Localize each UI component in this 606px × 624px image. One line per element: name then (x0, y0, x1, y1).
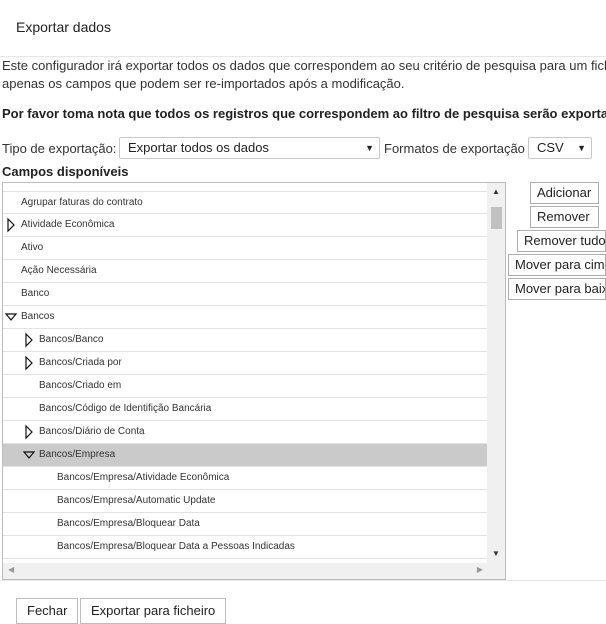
scroll-down-icon[interactable]: ▼ (492, 549, 500, 558)
export-type-value: Exportar todos os dados (128, 140, 269, 155)
field-row[interactable]: Bancos/Código de Identifição Bancária (3, 398, 487, 421)
field-row[interactable]: Bancos (3, 306, 487, 329)
field-row[interactable]: Bancos/Empresa/Automatic Update (3, 490, 487, 513)
field-row-label: Atividade Econômica (21, 219, 115, 230)
field-row-label: Agrupar faturas do contrato (21, 197, 143, 208)
field-row-label: Bancos/Criado em (39, 380, 122, 391)
remove-all-button[interactable]: Remover tudo (517, 230, 606, 252)
expand-right-icon[interactable] (23, 421, 35, 443)
expand-down-icon[interactable] (4, 306, 18, 328)
description-line-2: apenas os campos que podem ser re-import… (2, 76, 405, 91)
close-button[interactable]: Fechar (16, 598, 79, 624)
field-row-label: Bancos/Banco (39, 334, 104, 345)
description: Este configurador irá exportar todos os … (2, 57, 606, 93)
scroll-right-icon[interactable]: ▶ (477, 565, 483, 574)
footer-divider (0, 580, 606, 581)
field-row-label: Ativo (21, 242, 44, 253)
export-type-select[interactable]: Exportar todos os dados ▼ (119, 137, 380, 159)
scroll-left-icon[interactable]: ◀ (8, 565, 14, 574)
field-row[interactable]: Bancos/Banco (3, 329, 487, 352)
dialog-title: Exportar dados (16, 19, 111, 35)
field-row[interactable]: Banco (3, 283, 487, 306)
field-row[interactable]: Bancos/Criado em (3, 375, 487, 398)
export-format-select[interactable]: CSV ▼ (528, 137, 592, 159)
available-fields-label: Campos disponíveis (2, 164, 129, 179)
dialog-header: Exportar dados (0, 0, 606, 57)
export-note: Por favor toma nota que todos os registr… (2, 106, 606, 121)
move-down-button[interactable]: Mover para baixo (508, 278, 606, 300)
horizontal-scrollbar[interactable]: ◀ ▶ (3, 563, 489, 579)
add-button[interactable]: Adicionar (530, 182, 599, 204)
expand-right-icon[interactable] (23, 352, 35, 374)
scrollbar-corner (487, 563, 505, 579)
expand-right-icon[interactable] (5, 214, 17, 236)
field-row[interactable]: Bancos/Criada por (3, 352, 487, 375)
field-row[interactable]: Bancos/Diário de Conta (3, 421, 487, 444)
dropdown-arrow-icon: ▼ (365, 143, 374, 153)
scroll-up-icon[interactable]: ▲ (492, 187, 500, 196)
export-format-label: Formatos de exportação (384, 141, 525, 156)
export-format-value: CSV (537, 140, 564, 155)
field-row-label: Bancos/Empresa/Automatic Update (57, 495, 216, 506)
field-row-label: Banco (21, 288, 50, 299)
field-row-label: Bancos/Empresa/Bloquear Data (57, 518, 200, 529)
move-up-button[interactable]: Mover para cima (508, 254, 606, 276)
remove-button[interactable]: Remover (530, 206, 599, 228)
field-row[interactable]: Ação Necessária (3, 260, 487, 283)
field-rows: Agrupar faturas do contrato Atividade Eco… (3, 191, 487, 559)
field-row[interactable]: Bancos/Empresa/Bloquear Data a Pessoas I… (3, 536, 487, 559)
field-row-label: Bancos/Empresa/Bloquear Data a Pessoas I… (57, 541, 295, 552)
vertical-scrollbar[interactable]: ▲ ▼ (487, 183, 505, 563)
export-type-label: Tipo de exportação: (2, 141, 117, 156)
scroll-thumb[interactable] (491, 207, 502, 229)
dropdown-arrow-icon: ▼ (577, 143, 586, 153)
field-row[interactable]: Ativo (3, 237, 487, 260)
field-row-label: Bancos/Código de Identifição Bancária (39, 403, 212, 414)
field-row-label: Bancos/Criada por (39, 357, 122, 368)
field-row[interactable]: Agrupar faturas do contrato (3, 191, 487, 214)
field-row[interactable]: Bancos/Empresa/Bloquear Data (3, 513, 487, 536)
expand-right-icon[interactable] (23, 329, 35, 351)
field-row-label: Bancos/Empresa/Atividade Econômica (57, 472, 230, 483)
field-row-label: Bancos/Empresa (39, 449, 116, 460)
field-row-label: Bancos (21, 311, 55, 322)
field-row[interactable]: Atividade Econômica (3, 214, 487, 237)
expand-down-icon[interactable] (22, 444, 36, 466)
field-row[interactable]: Bancos/Empresa (3, 444, 487, 467)
available-fields-list[interactable]: Agrupar faturas do contrato Atividade Eco… (2, 182, 506, 580)
field-row-label: Ação Necessária (21, 265, 97, 276)
export-to-file-button[interactable]: Exportar para ficheiro (80, 598, 227, 624)
field-row[interactable]: Bancos/Empresa/Atividade Econômica (3, 467, 487, 490)
description-line-1: Este configurador irá exportar todos os … (2, 58, 606, 73)
field-row-label: Bancos/Diário de Conta (39, 426, 145, 437)
